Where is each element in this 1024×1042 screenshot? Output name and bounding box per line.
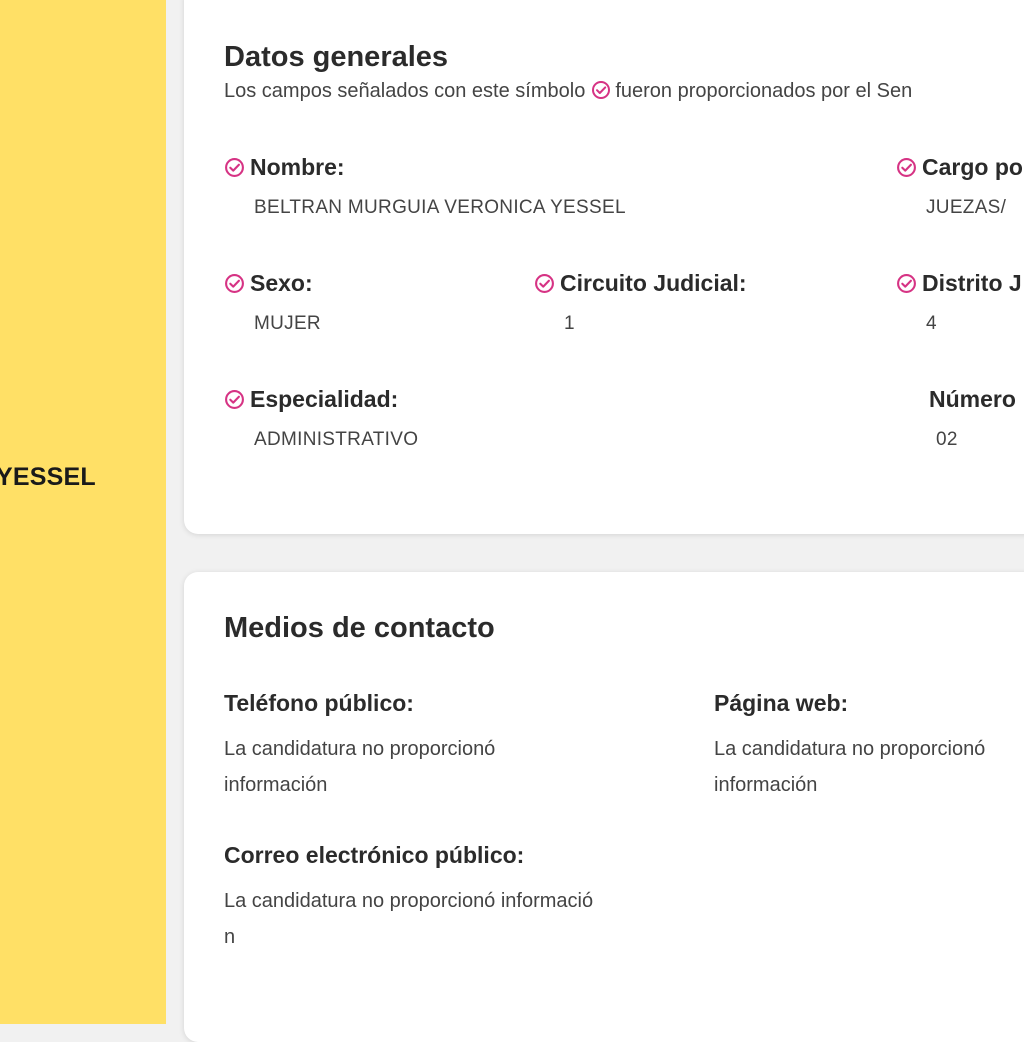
field-cargo: Cargo po JUEZAS/ xyxy=(896,154,1023,219)
field-value: JUEZAS/ xyxy=(926,197,1007,218)
field-label: Cargo po xyxy=(922,154,1023,180)
verified-check-icon xyxy=(225,274,244,293)
field-sexo: Sexo: MUJER xyxy=(224,270,321,335)
field-circuito-judicial: Circuito Judicial: 1 xyxy=(534,270,747,335)
contact-title: Medios de contacto xyxy=(224,612,495,644)
verified-check-icon xyxy=(535,274,554,293)
field-telefono: Teléfono público: La candidatura no prop… xyxy=(224,690,674,803)
verified-check-icon xyxy=(591,80,611,106)
field-label: Teléfono público: xyxy=(224,690,414,716)
field-label: Sexo: xyxy=(250,270,313,296)
field-value: MUJER xyxy=(254,313,321,334)
subtitle-text-after: fueron proporcionados por el Sen xyxy=(615,80,913,102)
verified-check-icon xyxy=(225,158,244,177)
verified-check-icon xyxy=(897,274,916,293)
field-pagina-web: Página web: La candidatura no proporcion… xyxy=(714,690,1024,803)
field-value: 02 xyxy=(936,429,958,450)
field-correo: Correo electrónico público: La candidatu… xyxy=(224,842,704,955)
field-distrito-judicial: Distrito J 4 xyxy=(896,270,1022,335)
general-data-card: Datos generales Los campos señalados con… xyxy=(184,0,1024,534)
value-line: información xyxy=(714,774,818,796)
subtitle-text-before: Los campos señalados con este símbolo xyxy=(224,80,586,102)
candidate-name: YESSEL xyxy=(0,463,96,491)
field-value: 1 xyxy=(564,313,575,334)
contact-card: Medios de contacto Teléfono público: La … xyxy=(184,572,1024,1042)
field-value: La candidatura no proporcionó informació… xyxy=(714,731,1024,803)
field-numero: Número 02 xyxy=(929,386,1016,451)
value-line: La candidatura no proporcionó xyxy=(714,738,986,760)
value-line: La candidatura no proporcionó xyxy=(224,738,496,760)
verified-check-icon xyxy=(225,390,244,409)
field-label: Circuito Judicial: xyxy=(560,270,747,296)
field-value: BELTRAN MURGUIA VERONICA YESSEL xyxy=(254,197,626,218)
value-line: La candidatura no proporcionó informació xyxy=(224,890,594,912)
field-value: La candidatura no proporcionó informació… xyxy=(224,731,674,803)
field-label: Especialidad: xyxy=(250,386,399,412)
field-label: Distrito J xyxy=(922,270,1022,296)
field-nombre: Nombre: BELTRAN MURGUIA VERONICA YESSEL xyxy=(224,154,626,219)
field-value: ADMINISTRATIVO xyxy=(254,429,419,450)
field-label: Número xyxy=(929,386,1016,412)
value-line: información xyxy=(224,774,328,796)
candidate-sidebar: YESSEL xyxy=(0,0,166,1024)
field-value: La candidatura no proporcionó informació… xyxy=(224,883,704,955)
field-especialidad: Especialidad: ADMINISTRATIVO xyxy=(224,386,418,451)
field-label: Correo electrónico público: xyxy=(224,842,525,868)
general-data-title: Datos generales xyxy=(224,41,449,73)
field-value: 4 xyxy=(926,313,937,334)
value-line: n xyxy=(224,926,236,948)
general-data-subtitle: Los campos señalados con este símbolo fue… xyxy=(224,80,912,106)
field-label: Página web: xyxy=(714,690,849,716)
verified-check-icon xyxy=(897,158,916,177)
field-label: Nombre: xyxy=(250,154,345,180)
